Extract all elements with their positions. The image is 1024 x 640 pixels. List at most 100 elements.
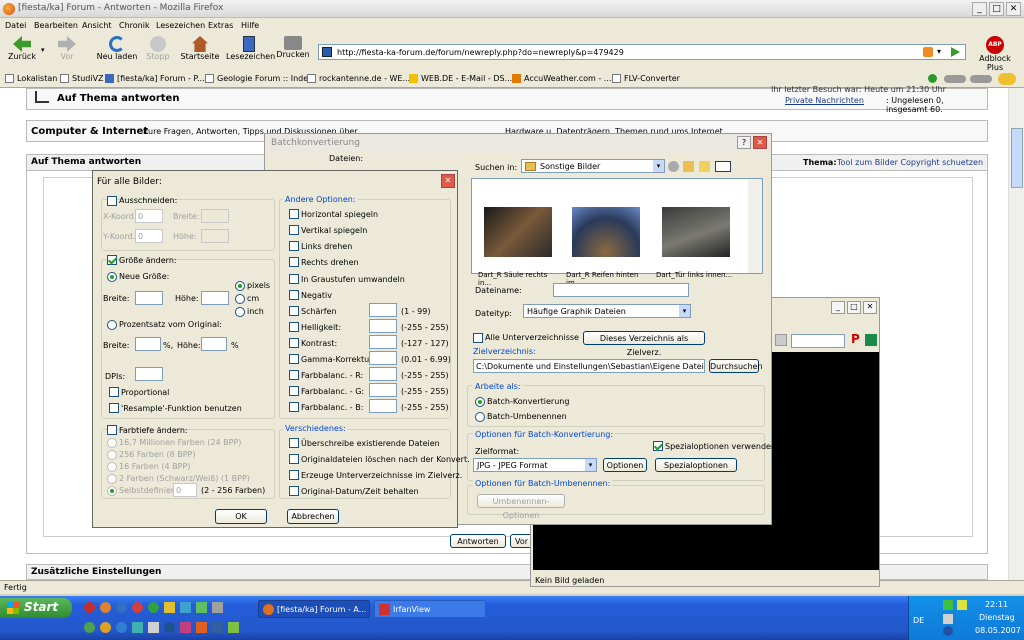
balance-b-checkbox[interactable] bbox=[289, 402, 299, 412]
dpi-input[interactable] bbox=[135, 367, 163, 381]
filetype-dropdown-icon[interactable]: ▾ bbox=[679, 305, 690, 317]
batch-help-button[interactable]: ? bbox=[737, 136, 751, 149]
rename-options-button[interactable]: Umbenennen-Optionen bbox=[477, 494, 565, 520]
brightness-checkbox[interactable] bbox=[289, 322, 299, 332]
grayscale-checkbox[interactable] bbox=[289, 274, 299, 284]
back-dropdown-icon[interactable]: ▾ bbox=[41, 46, 45, 54]
balance-r-checkbox[interactable] bbox=[289, 370, 299, 380]
crop-width-input[interactable] bbox=[201, 209, 229, 223]
url-bar[interactable]: http://fiesta-ka-forum.de/forum/newreply… bbox=[318, 44, 966, 60]
thema-link[interactable]: Tool zum Bilder Copyright schuetzen bbox=[837, 158, 983, 167]
adblock-button[interactable]: ABP Adblock Plus bbox=[970, 36, 1020, 72]
rss-icon[interactable] bbox=[923, 47, 933, 57]
bookmarks-button[interactable]: Lesezeichen bbox=[226, 36, 275, 68]
menu-datei[interactable]: Datei bbox=[5, 21, 26, 30]
color-custom-radio[interactable] bbox=[107, 486, 117, 496]
quicklaunch-icon[interactable] bbox=[132, 622, 143, 633]
quicklaunch-icon[interactable] bbox=[164, 602, 175, 613]
quicklaunch-icon[interactable] bbox=[132, 602, 143, 613]
pctheight-input[interactable] bbox=[201, 337, 227, 351]
format-dropdown-icon[interactable]: ▾ bbox=[585, 459, 596, 471]
thumbnail-scrollbar[interactable] bbox=[748, 179, 762, 273]
sharpen-input[interactable] bbox=[369, 303, 397, 317]
private-messages-link[interactable]: Private Nachrichten bbox=[785, 96, 864, 105]
thumbnail-1[interactable] bbox=[484, 207, 552, 257]
quicklaunch-icon[interactable] bbox=[148, 622, 159, 633]
reply-submit-button[interactable]: Antworten bbox=[450, 534, 506, 548]
menu-lesezeichen[interactable]: Lesezeichen bbox=[156, 21, 205, 30]
menu-bearbeiten[interactable]: Bearbeiten bbox=[34, 21, 78, 30]
up-folder-icon[interactable] bbox=[683, 161, 694, 172]
browse-button[interactable]: Durchsuchen bbox=[709, 359, 763, 373]
create-subdirs-checkbox[interactable] bbox=[289, 470, 299, 480]
irfan-minimize-button[interactable]: _ bbox=[831, 301, 845, 314]
tray-icon[interactable] bbox=[957, 600, 967, 610]
scroll-thumb[interactable] bbox=[1011, 128, 1023, 188]
pctwidth-input[interactable] bbox=[135, 337, 161, 351]
url-text[interactable]: http://fiesta-ka-forum.de/forum/newreply… bbox=[337, 48, 624, 57]
bookmark-fiesta-forum[interactable]: [fiesta/ka] Forum - P... bbox=[117, 74, 205, 83]
go-arrow-icon[interactable] bbox=[951, 47, 960, 57]
menu-extras[interactable]: Extras bbox=[208, 21, 233, 30]
home-button[interactable]: Startseite bbox=[178, 36, 222, 68]
bookmark-flv-converter[interactable]: FLV-Converter bbox=[624, 74, 680, 83]
back-folder-icon[interactable] bbox=[668, 161, 679, 172]
balance-b-input[interactable] bbox=[369, 399, 397, 413]
bookmark-lokalistan[interactable]: Lokalistan bbox=[17, 74, 57, 83]
color-24bpp-radio[interactable] bbox=[107, 438, 117, 448]
unit-cm-radio[interactable] bbox=[235, 294, 245, 304]
unit-pixels-radio[interactable] bbox=[235, 281, 245, 291]
target-path-input[interactable]: C:\Dokumente und Einstellungen\Sebastian… bbox=[473, 359, 705, 373]
print-button[interactable]: Drucken bbox=[276, 36, 310, 68]
batch-close-button[interactable]: ✕ bbox=[753, 136, 767, 149]
folder-dropdown-icon[interactable]: ▾ bbox=[653, 160, 664, 172]
back-button[interactable]: Zurück bbox=[4, 36, 40, 68]
menu-hilfe[interactable]: Hilfe bbox=[241, 21, 259, 30]
url-dropdown-icon[interactable]: ▾ bbox=[937, 47, 941, 56]
cancel-button[interactable]: Abbrechen bbox=[287, 509, 339, 524]
language-indicator[interactable]: DE bbox=[913, 616, 924, 625]
quicklaunch-icon[interactable] bbox=[116, 602, 127, 613]
quicklaunch-icon[interactable] bbox=[164, 622, 175, 633]
view-menu-icon[interactable] bbox=[715, 161, 731, 172]
flip-horizontal-checkbox[interactable] bbox=[289, 209, 299, 219]
newwidth-input[interactable] bbox=[135, 291, 163, 305]
balance-g-checkbox[interactable] bbox=[289, 386, 299, 396]
flip-vertical-checkbox[interactable] bbox=[289, 225, 299, 235]
mode-rename-radio[interactable] bbox=[475, 412, 485, 422]
quicklaunch-icon[interactable] bbox=[180, 622, 191, 633]
task-firefox[interactable]: [fiesta/ka] Forum - A... bbox=[258, 600, 370, 618]
color-1bpp-radio[interactable] bbox=[107, 474, 117, 484]
contrast-input[interactable] bbox=[369, 335, 397, 349]
quicklaunch-icon[interactable] bbox=[180, 602, 191, 613]
special-options-checkbox[interactable] bbox=[653, 441, 663, 451]
filetype-select[interactable]: Häufige Graphik Dateien ▾ bbox=[523, 304, 691, 318]
ok-button[interactable]: OK bbox=[215, 509, 267, 524]
quicklaunch-icon[interactable] bbox=[196, 602, 207, 613]
gamma-checkbox[interactable] bbox=[289, 354, 299, 364]
folder-select[interactable]: Sonstige Bilder ▾ bbox=[521, 159, 665, 173]
special-options-button[interactable]: Spezialoptionen bbox=[655, 458, 737, 472]
format-select[interactable]: JPG - JPEG Format ▾ bbox=[473, 458, 597, 472]
keep-date-checkbox[interactable] bbox=[289, 486, 299, 496]
irfan-close-button[interactable]: ✕ bbox=[863, 301, 877, 314]
y-input[interactable]: 0 bbox=[135, 229, 163, 243]
quicklaunch-icon[interactable] bbox=[212, 622, 223, 633]
extra-settings-title[interactable]: Zusätzliche Einstellungen bbox=[31, 567, 161, 577]
minimize-button[interactable]: _ bbox=[972, 2, 987, 16]
bookmark-accuweather[interactable]: AccuWeather.com - ... bbox=[524, 74, 611, 83]
resample-checkbox[interactable] bbox=[109, 403, 119, 413]
negative-checkbox[interactable] bbox=[289, 290, 299, 300]
crop-checkbox[interactable] bbox=[107, 196, 117, 206]
crop-height-input[interactable] bbox=[201, 229, 229, 243]
quicklaunch-icon[interactable] bbox=[228, 622, 239, 633]
quicklaunch-icon[interactable] bbox=[196, 622, 207, 633]
quicklaunch-icon[interactable] bbox=[116, 622, 127, 633]
rotate-left-checkbox[interactable] bbox=[289, 241, 299, 251]
color-8bpp-radio[interactable] bbox=[107, 450, 117, 460]
thumbnail-2[interactable] bbox=[572, 207, 640, 257]
newsize-radio[interactable] bbox=[107, 272, 117, 282]
sharpen-checkbox[interactable] bbox=[289, 306, 299, 316]
brightness-input[interactable] bbox=[369, 319, 397, 333]
menu-ansicht[interactable]: Ansicht bbox=[82, 21, 112, 30]
